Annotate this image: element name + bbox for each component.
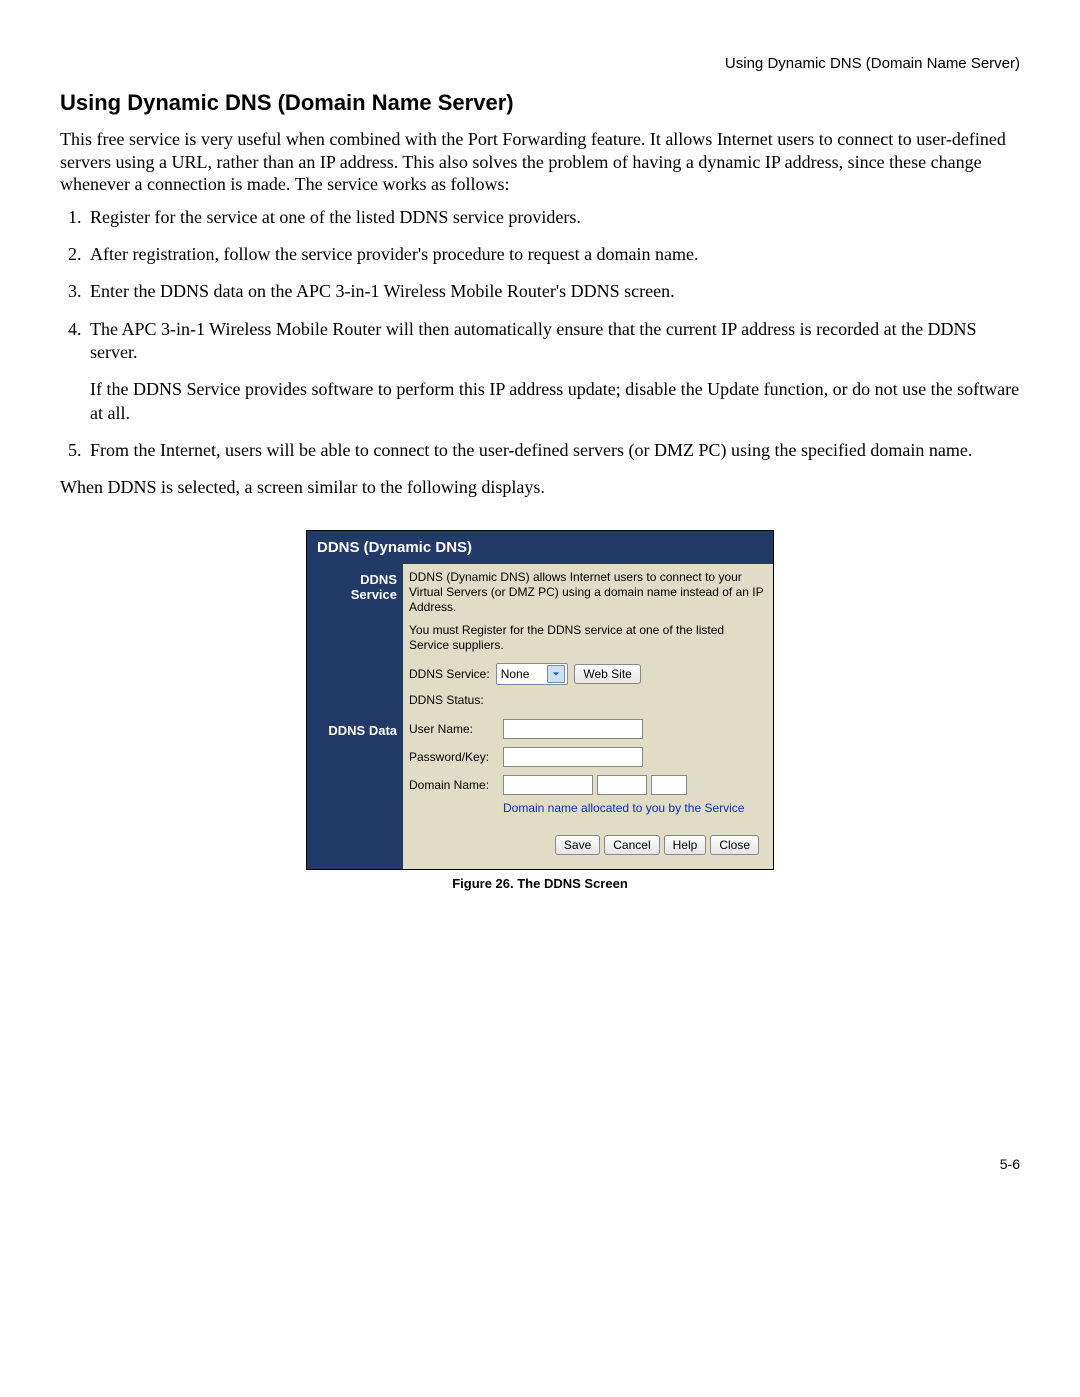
ddns-service-desc1: DDNS (Dynamic DNS) allows Internet users… bbox=[409, 570, 767, 615]
close-button[interactable]: Close bbox=[710, 835, 759, 855]
step-text: After registration, follow the service p… bbox=[90, 244, 699, 264]
running-head: Using Dynamic DNS (Domain Name Server) bbox=[60, 55, 1020, 72]
help-button[interactable]: Help bbox=[664, 835, 707, 855]
domain-inputs bbox=[503, 775, 767, 795]
step-1: Register for the service at one of the l… bbox=[86, 206, 1020, 229]
ddns-panel: DDNS (Dynamic DNS) DDNS Service DDNS (Dy… bbox=[306, 530, 774, 870]
ddns-data-sidelabel: DDNS Data bbox=[307, 713, 403, 869]
ddns-data-section: DDNS Data User Name: Password/Key: Domai… bbox=[307, 713, 773, 869]
ddns-service-select-value: None bbox=[501, 667, 530, 681]
domain-input-1[interactable] bbox=[503, 775, 593, 795]
intro-paragraph: This free service is very useful when co… bbox=[60, 128, 1020, 196]
figure-wrap: DDNS (Dynamic DNS) DDNS Service DDNS (Dy… bbox=[60, 530, 1020, 891]
save-button[interactable]: Save bbox=[555, 835, 600, 855]
ddns-service-sidelabel: DDNS Service bbox=[307, 564, 403, 713]
page-number: 5-6 bbox=[1000, 1156, 1020, 1172]
section-title: Using Dynamic DNS (Domain Name Server) bbox=[60, 90, 1020, 116]
domain-hint: Domain name allocated to you by the Serv… bbox=[503, 801, 767, 815]
ddns-service-field-label: DDNS Service: bbox=[409, 667, 490, 681]
website-button[interactable]: Web Site bbox=[574, 664, 640, 684]
domain-input-3[interactable] bbox=[651, 775, 687, 795]
step-2: After registration, follow the service p… bbox=[86, 243, 1020, 266]
step-text: The APC 3-in-1 Wireless Mobile Router wi… bbox=[90, 319, 977, 362]
ddns-service-select[interactable]: None bbox=[496, 663, 569, 685]
step-text: From the Internet, users will be able to… bbox=[90, 440, 972, 460]
button-bar: Save Cancel Help Close bbox=[409, 815, 767, 863]
figure-caption: Figure 26. The DDNS Screen bbox=[306, 876, 774, 891]
domain-input-2[interactable] bbox=[597, 775, 647, 795]
username-label: User Name: bbox=[409, 722, 497, 736]
step-3: Enter the DDNS data on the APC 3-in-1 Wi… bbox=[86, 280, 1020, 303]
ddns-service-desc2: You must Register for the DDNS service a… bbox=[409, 623, 767, 653]
ddns-status-label: DDNS Status: bbox=[409, 693, 484, 707]
ddns-panel-title: DDNS (Dynamic DNS) bbox=[307, 531, 773, 564]
password-input[interactable] bbox=[503, 747, 643, 767]
ddns-service-section: DDNS Service DDNS (Dynamic DNS) allows I… bbox=[307, 564, 773, 713]
procedure-list: Register for the service at one of the l… bbox=[60, 206, 1020, 463]
lead-in-paragraph: When DDNS is selected, a screen similar … bbox=[60, 477, 1020, 498]
domain-label: Domain Name: bbox=[409, 778, 497, 792]
password-label: Password/Key: bbox=[409, 750, 497, 764]
step-note: If the DDNS Service provides software to… bbox=[90, 378, 1020, 425]
document-page: Using Dynamic DNS (Domain Name Server) U… bbox=[0, 0, 1080, 1397]
step-4: The APC 3-in-1 Wireless Mobile Router wi… bbox=[86, 318, 1020, 426]
step-text: Enter the DDNS data on the APC 3-in-1 Wi… bbox=[90, 281, 675, 301]
username-input[interactable] bbox=[503, 719, 643, 739]
step-text: Register for the service at one of the l… bbox=[90, 207, 581, 227]
step-5: From the Internet, users will be able to… bbox=[86, 439, 1020, 462]
cancel-button[interactable]: Cancel bbox=[604, 835, 659, 855]
chevron-down-icon bbox=[547, 665, 565, 683]
